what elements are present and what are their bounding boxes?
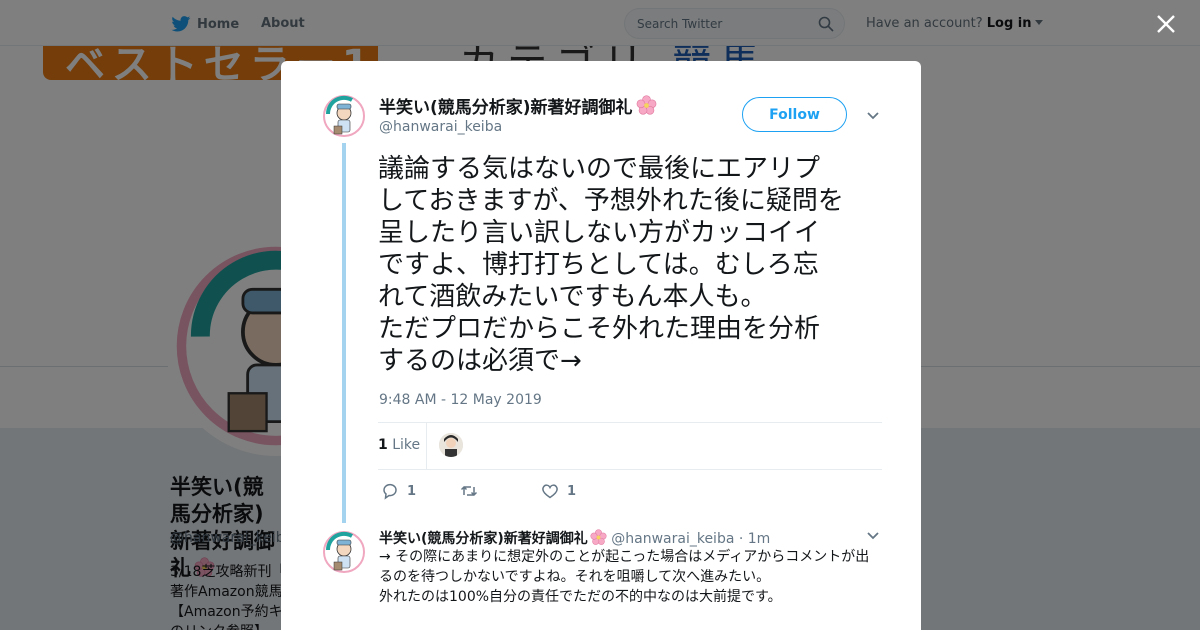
divider bbox=[378, 422, 882, 423]
chevron-down-icon[interactable] bbox=[866, 531, 880, 541]
tweet-author-name[interactable]: 半笑い(競馬分析家)新著好調御礼 bbox=[379, 93, 657, 118]
tweet-permalink-modal: 半笑い(競馬分析家)新著好調御礼 @hanwarai_keiba Follow … bbox=[281, 61, 921, 630]
tweet-text: 議論する気はないので最後にエアリプ しておきますが、予想外れた後に疑問を 呈した… bbox=[378, 154, 844, 376]
reply-author-handle[interactable]: @hanwarai_keiba bbox=[611, 531, 734, 547]
cherry-blossom-icon bbox=[590, 529, 607, 545]
tweet-author-handle[interactable]: @hanwarai_keiba bbox=[379, 119, 502, 135]
winner-mascot-icon bbox=[323, 95, 365, 137]
likes-stat[interactable]: 1 Like bbox=[378, 437, 420, 453]
chevron-down-icon[interactable] bbox=[866, 111, 880, 121]
reply-age[interactable]: · 1m bbox=[739, 531, 770, 547]
thread-line bbox=[342, 143, 346, 523]
winner-mascot-icon bbox=[323, 531, 365, 573]
heart-icon bbox=[542, 484, 558, 499]
reply-text: → その際にあまりに想定外のことが起こった場合はメディアからコメントが出 るのを… bbox=[379, 549, 870, 605]
reply-header: 半笑い(競馬分析家)新著好調御礼 @hanwarai_keiba · 1m bbox=[379, 528, 770, 548]
like-count: 1 bbox=[567, 483, 577, 499]
reply-icon bbox=[383, 483, 397, 500]
like-button[interactable]: 1 bbox=[541, 482, 576, 500]
reply-button[interactable]: 1 bbox=[381, 482, 416, 500]
divider bbox=[426, 423, 427, 469]
retweet-icon bbox=[460, 485, 478, 497]
avatar[interactable] bbox=[322, 94, 366, 138]
liker-avatar[interactable] bbox=[439, 433, 463, 457]
divider bbox=[378, 469, 882, 470]
reply-count: 1 bbox=[407, 483, 417, 499]
retweet-button[interactable] bbox=[460, 482, 486, 500]
liker-avatar-image bbox=[439, 433, 463, 457]
avatar[interactable] bbox=[322, 530, 366, 574]
cherry-blossom-icon bbox=[636, 95, 656, 115]
close-icon[interactable] bbox=[1154, 12, 1178, 36]
tweet-timestamp[interactable]: 9:48 AM - 12 May 2019 bbox=[379, 392, 542, 408]
reply-author-name[interactable]: 半笑い(競馬分析家)新著好調御礼 bbox=[379, 531, 588, 547]
follow-button[interactable]: Follow bbox=[742, 97, 847, 132]
